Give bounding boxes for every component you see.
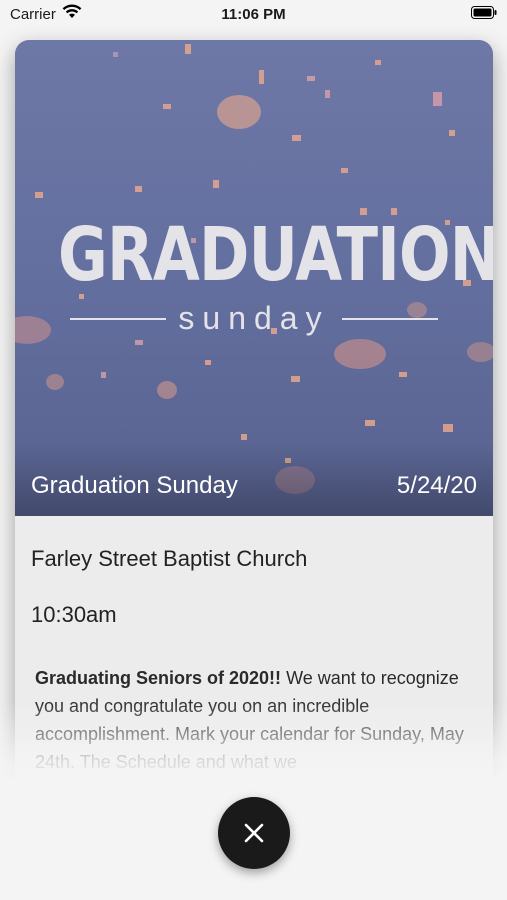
description-headline: Graduating Seniors of 2020!! (35, 668, 282, 688)
event-hero-image: GRADUATION sunday Graduation Sunday 5/24… (15, 40, 493, 516)
event-name: Graduation Sunday (31, 472, 238, 499)
close-button[interactable] (218, 797, 290, 869)
hero-title: GRADUATION (58, 212, 493, 298)
status-time: 11:06 PM (221, 6, 286, 23)
event-card: GRADUATION sunday Graduation Sunday 5/24… (15, 40, 493, 800)
hero-subtitle-group: sunday (70, 300, 438, 336)
event-date: 5/24/20 (396, 472, 477, 499)
event-time: 10:30am (31, 602, 117, 627)
close-icon (244, 823, 264, 843)
battery-icon (471, 6, 497, 19)
church-name: Farley Street Baptist Church (31, 546, 308, 571)
subtitle-rule-right (342, 318, 438, 320)
status-bar: Carrier 11:06 PM (0, 0, 507, 30)
